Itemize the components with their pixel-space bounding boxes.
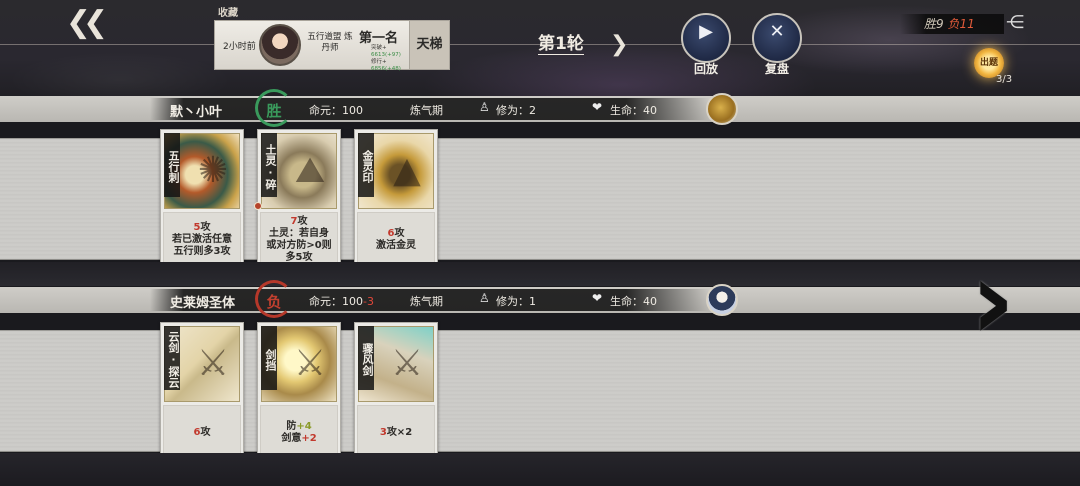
win-count: 胜9 (924, 17, 944, 31)
lose-count: 负11 (947, 17, 975, 31)
avatar[interactable] (706, 284, 738, 316)
toad-icon: ⛰ (294, 150, 326, 191)
card-name: 金灵印 (358, 133, 374, 197)
card-tuling-sui[interactable]: ⛰ 土灵·碎 7攻 土灵：若自身 或对方防>0则 多5攻 (254, 129, 341, 271)
rank-stats: 突破+ 6613(+97) 修行+ 6856(+48) (371, 45, 401, 72)
card-name: 剑挡 (261, 326, 277, 390)
round-label[interactable]: 第1轮 (538, 34, 584, 55)
health-stat: 生命：40 (610, 104, 657, 117)
rank-position: 第一名 (359, 31, 399, 46)
lantern-label: 出题 (979, 58, 998, 68)
chevron-right-icon: › (970, 236, 1016, 364)
destiny-orb[interactable] (706, 93, 738, 125)
card-wuxing-ci[interactable]: ✺ 五行刺 5攻 若已激活任意 五行则多3攻 (160, 129, 244, 271)
review-button[interactable]: ✕ 复盘 (752, 13, 802, 76)
card-desc: 6攻 激活金灵 (357, 212, 435, 268)
review-label: 复盘 (764, 62, 789, 76)
avatar (259, 24, 301, 66)
share-icon[interactable]: ⋲ (1006, 12, 1028, 40)
person-icon: ♙ (479, 100, 490, 114)
player-name: 默丶小叶 (170, 105, 223, 120)
cultivation-stat: 修为：1 (496, 295, 536, 308)
player-name: 史莱姆圣体 (170, 296, 236, 311)
card-desc: 7攻 土灵：若自身 或对方防>0则 多5攻 (260, 212, 338, 268)
lantern-count: 3/3 (996, 74, 1013, 85)
swirl-icon: ✺ (197, 150, 229, 191)
mode-ladder-label: 天梯 (409, 21, 449, 69)
person-icon: ♙ (479, 291, 490, 305)
rank-card[interactable]: 2小时前 五行道盟 炼丹师 第一名 突破+ 6613(+97) 修行+ 6856… (214, 20, 450, 72)
next-page-button[interactable]: › (970, 245, 1040, 360)
result-badge-lose: 负 (255, 280, 293, 318)
card-yunjian-tanyun[interactable]: ⚔ 云剑·探云 6攻 (160, 322, 244, 464)
win-loss-record: 胜9 负11 (900, 14, 1004, 34)
sword-icon: ⚔ (196, 343, 230, 384)
triangle-seal-icon: ▲ (393, 150, 421, 191)
realm-label: 炼气期 (410, 104, 443, 117)
health-stat: 生命：40 (610, 295, 657, 308)
element-dot (254, 202, 262, 210)
crossed-swords-icon: ⚔ (293, 343, 327, 384)
card-desc: 5攻 若已激活任意 五行则多3攻 (163, 212, 241, 268)
scythe-sword-icon: ⚔ (390, 343, 424, 384)
heart-icon: ❤ (592, 291, 603, 305)
double-arrow-left-icon: ❮❮ (65, 5, 108, 40)
player-bar-1 (0, 96, 1080, 122)
rank-time: 2小时前 (223, 42, 256, 52)
replay-label: 回放 (693, 62, 718, 76)
replay-button[interactable]: ▶ 回放 (681, 13, 731, 76)
chevron-right-icon: ❯ (610, 32, 629, 57)
realm-label: 炼气期 (410, 295, 443, 308)
life-stat: 命元：100-3 (309, 295, 374, 308)
card-zhoufeng-jian[interactable]: ⚔ 骤风剑 3攻×2 (354, 322, 438, 464)
result-badge-win: 胜 (255, 89, 293, 127)
card-jinling-yin[interactable]: ▲ 金灵印 6攻 激活金灵 (354, 129, 438, 271)
card-name: 五行刺 (164, 133, 180, 197)
rank-school: 五行道盟 炼丹师 (307, 32, 353, 53)
card-name: 土灵·碎 (261, 133, 277, 197)
back-button[interactable]: ❮❮ (60, 5, 108, 40)
card-name: 骤风剑 (358, 326, 374, 390)
cultivation-stat: 修为：2 (496, 104, 536, 117)
life-stat: 命元：100 (309, 104, 363, 117)
player-bar-2 (0, 287, 1080, 313)
heart-icon: ❤ (592, 100, 603, 114)
play-icon: ▶ (699, 21, 713, 42)
favorites-label[interactable]: 收藏 (218, 4, 238, 19)
crossed-swords-icon: ✕ (769, 21, 785, 42)
card-jiandang[interactable]: ⚔ 剑挡 防+4 剑意+2 (257, 322, 341, 464)
card-name: 云剑·探云 (164, 326, 180, 390)
top-bar: ❮❮ 收藏 2小时前 五行道盟 炼丹师 第一名 突破+ 6613(+97) 修行… (0, 0, 1080, 98)
next-round-button[interactable]: ❯ (610, 32, 628, 57)
